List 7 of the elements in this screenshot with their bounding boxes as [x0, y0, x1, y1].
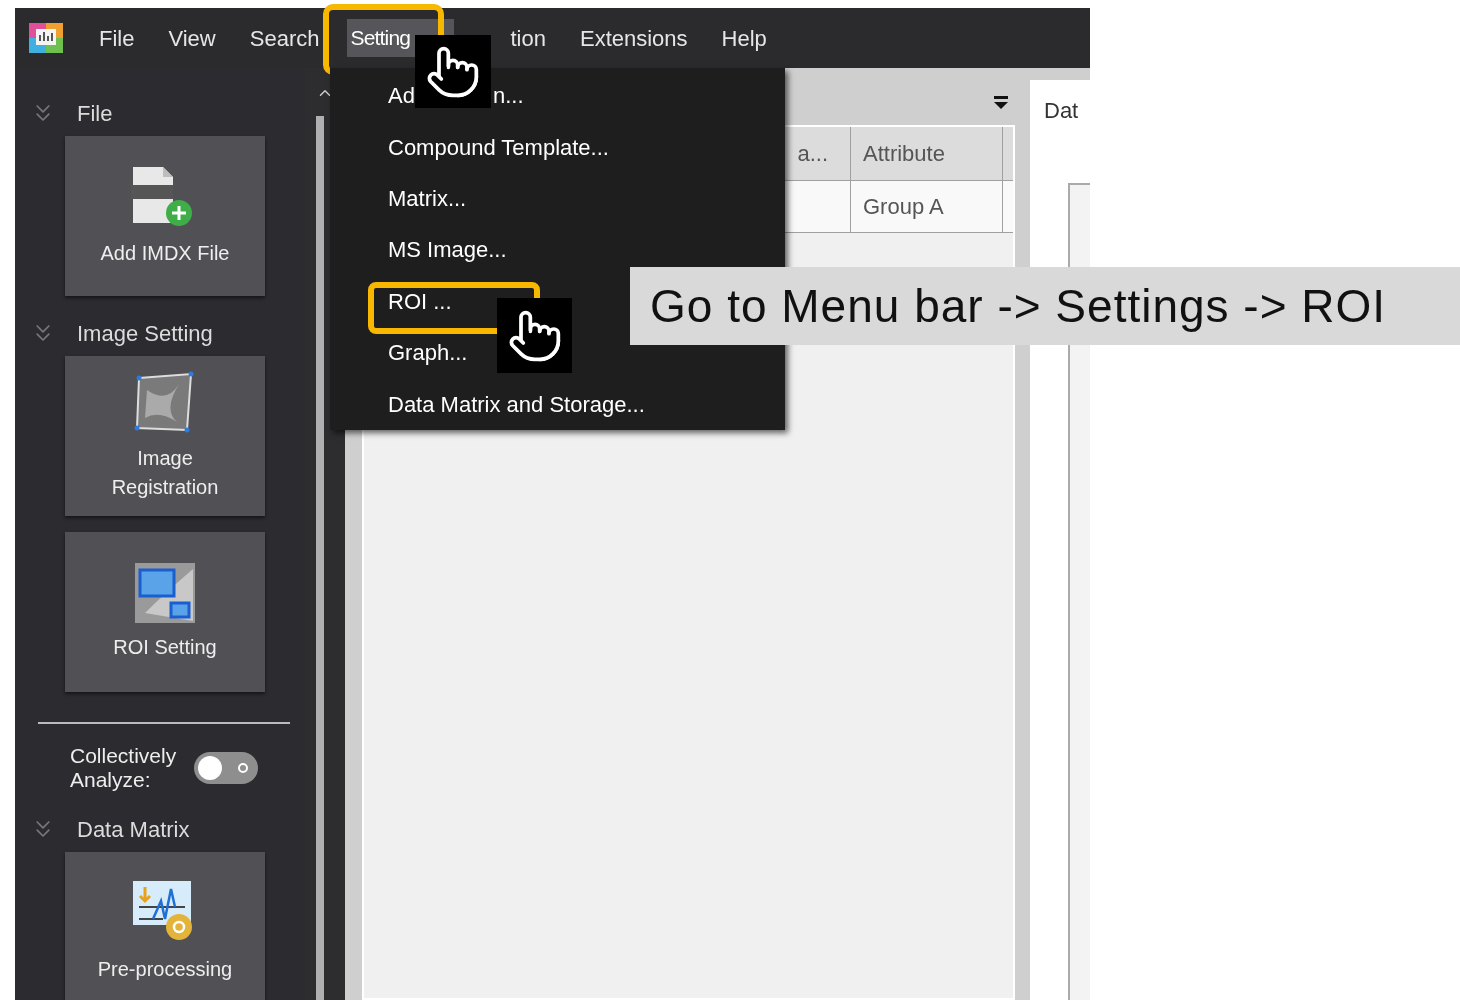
panel-title: Dat [1044, 97, 1080, 125]
toggle-label: Collectively Analyze: [70, 744, 177, 792]
annotation-text: Go to Menu bar -> Settings -> ROI [650, 278, 1387, 334]
section-title: Image Setting [77, 319, 213, 348]
table-cell: Group A [851, 181, 1003, 232]
section-title: File [77, 99, 113, 128]
section-title: Data Matrix [77, 815, 190, 844]
